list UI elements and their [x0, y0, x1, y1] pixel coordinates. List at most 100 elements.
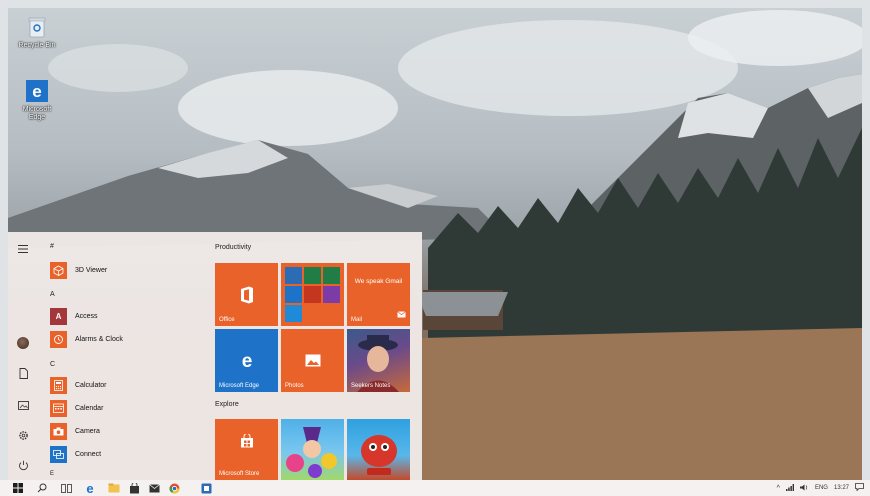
tile-label: Mail [351, 317, 363, 323]
onedrive-icon [285, 286, 302, 303]
word-icon [285, 267, 302, 284]
taskbar-edge[interactable]: e [80, 480, 100, 496]
task-view-icon [60, 483, 72, 493]
access-icon: A [50, 307, 67, 325]
user-avatar[interactable] [14, 334, 32, 352]
chrome-icon [169, 483, 179, 493]
desktop-icon-recycle-bin[interactable]: Recycle Bin [14, 14, 60, 50]
taskbar-store[interactable] [124, 480, 144, 496]
app-item-connect[interactable]: Connect [50, 445, 200, 463]
calculator-icon [50, 376, 67, 394]
tile-label: Seekers Notes [351, 383, 391, 389]
tile-label: Microsoft Edge [219, 383, 260, 389]
tile-group-header[interactable]: Explore [215, 401, 239, 408]
powerpoint-icon [304, 286, 321, 303]
svg-text:e: e [241, 351, 252, 371]
gear-icon[interactable] [14, 426, 32, 444]
tile-seekers-notes[interactable]: Seekers Notes [347, 329, 410, 392]
app-name: Connect [75, 450, 102, 458]
volume-icon[interactable] [799, 484, 809, 493]
system-tray: ^ ENG 13:27 [777, 480, 870, 496]
app-name: Access [75, 312, 98, 320]
app-icon [201, 483, 211, 493]
taskbar-mail[interactable] [144, 480, 164, 496]
app-name: Calendar [75, 404, 104, 412]
svg-text:e: e [32, 82, 41, 101]
start-icon [13, 483, 23, 493]
taskbar-chrome[interactable] [164, 480, 184, 496]
live-tiles: Productivity Office We speak Gmail Mail [214, 232, 422, 480]
tile-group-header[interactable]: Productivity [215, 244, 251, 251]
tile-mail[interactable]: We speak Gmail Mail [347, 263, 410, 326]
group-header[interactable]: E [50, 471, 54, 477]
group-header[interactable]: A [50, 291, 55, 298]
onenote-icon [323, 286, 340, 303]
app-item-access[interactable]: A Access [50, 307, 200, 325]
app-item-calendar[interactable]: Calendar [50, 399, 200, 417]
tile-label: Office [219, 317, 235, 323]
app-item-calculator[interactable]: Calculator [50, 376, 200, 394]
app-item-3d-viewer[interactable]: 3D Viewer [50, 261, 200, 279]
taskbar: e ^ ENG 13:27 [0, 480, 870, 496]
start-menu: # 3D Viewer A A Access Alarms & Clock C … [8, 232, 422, 480]
start-rail [8, 232, 38, 480]
tile-dragon-game[interactable] [347, 419, 410, 480]
tile-office-apps[interactable] [281, 263, 344, 326]
power-icon[interactable] [14, 456, 32, 474]
action-center-icon[interactable] [855, 483, 864, 493]
mail-tile-text: We speak Gmail [354, 278, 403, 285]
desktop-icon-label: Microsoft Edge [22, 106, 52, 121]
edge-icon: e [24, 78, 50, 104]
group-header[interactable]: # [50, 243, 54, 250]
mail-icon [148, 483, 160, 492]
excel-icon [304, 267, 321, 284]
recycle-bin-icon [24, 14, 50, 40]
dragon-artwork [361, 435, 397, 475]
search-button[interactable] [32, 480, 52, 496]
camera-icon [50, 422, 67, 440]
taskbar-file-explorer[interactable] [104, 480, 124, 496]
tile-label: Microsoft Store [219, 471, 260, 477]
document-icon[interactable] [14, 364, 32, 382]
app-name: Calculator [75, 381, 107, 389]
3d-viewer-icon [50, 261, 67, 279]
task-view-button[interactable] [56, 480, 76, 496]
app-item-alarms-clock[interactable]: Alarms & Clock [50, 330, 200, 348]
edge-icon: e [86, 482, 93, 494]
excel-icon [323, 267, 340, 284]
tile-office[interactable]: Office [215, 263, 278, 326]
avatar [17, 337, 29, 349]
tile-label: Photos [285, 383, 304, 389]
store-icon [215, 419, 278, 463]
alarm-clock-icon [50, 330, 67, 348]
calendar-icon [50, 399, 67, 417]
pictures-icon[interactable] [14, 396, 32, 414]
clock[interactable]: 13:27 [834, 485, 849, 491]
chevron-up-icon[interactable]: ^ [777, 485, 780, 492]
svg-text:e: e [86, 482, 93, 494]
office-apps-grid [281, 263, 344, 326]
app-name: Alarms & Clock [75, 335, 123, 343]
app-item-camera[interactable]: Camera [50, 422, 200, 440]
tile-microsoft-edge[interactable]: e Microsoft Edge [215, 329, 278, 392]
desktop-icon-edge[interactable]: e Microsoft Edge [14, 78, 60, 122]
skype-icon [285, 305, 302, 322]
store-icon [129, 482, 139, 493]
app-list: # 3D Viewer A A Access Alarms & Clock C … [46, 232, 206, 480]
group-header[interactable]: C [50, 361, 55, 368]
tile-bubble-witch[interactable] [281, 419, 344, 480]
language-indicator[interactable]: ENG [815, 485, 828, 491]
hamburger-icon[interactable] [14, 240, 32, 258]
tile-photos[interactable]: Photos [281, 329, 344, 392]
mail-icon [397, 305, 406, 323]
search-icon [37, 483, 47, 493]
network-icon[interactable] [785, 483, 794, 493]
connect-icon [50, 445, 67, 463]
app-name: 3D Viewer [75, 266, 108, 274]
start-button[interactable] [8, 480, 28, 496]
taskbar-app[interactable] [196, 480, 216, 496]
file-explorer-icon [108, 483, 120, 493]
bubble-witch-artwork [286, 427, 337, 478]
desktop-icon-label: Recycle Bin [18, 42, 56, 49]
tile-microsoft-store[interactable]: Microsoft Store [215, 419, 278, 480]
